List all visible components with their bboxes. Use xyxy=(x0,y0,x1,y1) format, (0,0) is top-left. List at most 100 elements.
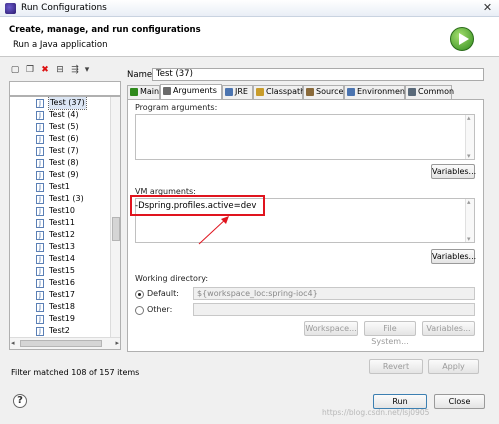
eclipse-app-icon xyxy=(5,3,16,14)
tree-vertical-scroll-thumb[interactable] xyxy=(112,217,120,241)
vm-args-scrollbar[interactable] xyxy=(465,198,474,243)
help-icon[interactable]: ? xyxy=(13,394,27,408)
tree-item[interactable]: J Test (7) xyxy=(10,145,111,157)
program-arguments-textarea[interactable] xyxy=(135,114,475,160)
tree-item-label: Test1 (3) xyxy=(49,194,84,203)
tree-item[interactable]: J Test1 xyxy=(10,181,111,193)
tree-item[interactable]: J Test13 xyxy=(10,241,111,253)
vm-args-variables-button[interactable]: Variables... xyxy=(431,249,476,264)
tree-item[interactable]: J Test10 xyxy=(10,205,111,217)
tab-common[interactable]: Common xyxy=(405,85,455,99)
close-button[interactable]: Close xyxy=(434,394,485,409)
default-directory-field: ${workspace_loc:spring-ioc4} xyxy=(193,287,475,300)
tree-list: J Test (37) J Test (4) J Test (5) J Test (6) J Te… xyxy=(10,97,111,337)
tree-item[interactable]: J Test14 xyxy=(10,253,111,265)
java-app-icon: J xyxy=(36,159,44,168)
java-app-icon: J xyxy=(36,243,44,252)
tree-item[interactable]: J Test (5) xyxy=(10,121,111,133)
tab-jre-label: JRE xyxy=(235,87,248,96)
tab-source-label: Source xyxy=(316,87,344,96)
tab-main[interactable]: Main xyxy=(127,85,160,99)
tree-item[interactable]: J Test (8) xyxy=(10,157,111,169)
workspace-button[interactable]: Workspace... xyxy=(304,321,358,336)
java-app-icon: J xyxy=(36,111,44,120)
dialog-subtitle: Run a Java application xyxy=(13,40,108,50)
tree-item[interactable]: J Test15 xyxy=(10,265,111,277)
configurations-tree[interactable]: J Test (37) J Test (4) J Test (5) J Test (6) J Te… xyxy=(9,96,121,350)
tree-item[interactable]: J Test (9) xyxy=(10,169,111,181)
tab-environment[interactable]: Environment xyxy=(344,85,408,99)
java-app-icon: J xyxy=(36,135,44,144)
java-app-icon: J xyxy=(36,183,44,192)
config-toolbar: ▢ ❐ ✖ ⊟ ⇶ ▾ xyxy=(9,64,93,78)
tab-common-label: Common xyxy=(418,87,455,96)
arguments-tab-icon xyxy=(163,87,171,95)
program-arguments-label: Program arguments: xyxy=(135,103,218,112)
run-play-icon xyxy=(450,27,474,51)
tree-item-label: Test10 xyxy=(49,206,75,215)
tree-vertical-scrollbar[interactable] xyxy=(110,97,120,337)
annotation-arrow xyxy=(198,216,229,245)
working-dir-variables-button[interactable]: Variables... xyxy=(422,321,475,336)
new-config-icon[interactable]: ▢ xyxy=(9,64,21,76)
tree-item-label: Test1 xyxy=(49,182,70,191)
tree-item-label: Test16 xyxy=(49,278,75,287)
default-radio[interactable] xyxy=(135,290,144,299)
filter-input[interactable] xyxy=(9,81,121,96)
tab-jre[interactable]: JRE xyxy=(222,85,253,99)
tree-item-label: Test17 xyxy=(49,290,75,299)
tab-arguments[interactable]: Arguments xyxy=(160,84,222,100)
program-args-variables-button[interactable]: Variables... xyxy=(431,164,476,179)
classpath-tab-icon xyxy=(256,88,264,96)
java-app-icon: J xyxy=(36,255,44,264)
tab-source[interactable]: Source xyxy=(303,85,344,99)
watermark: https://blog.csdn.net/lsj0905 xyxy=(322,408,430,417)
dialog-title: Create, manage, and run configurations xyxy=(9,25,201,35)
tree-horizontal-scroll-thumb[interactable] xyxy=(20,340,102,347)
file-system-button[interactable]: File System... xyxy=(364,321,416,346)
java-app-icon: J xyxy=(36,147,44,156)
tree-item[interactable]: J Test16 xyxy=(10,277,111,289)
tree-item[interactable]: J Test (4) xyxy=(10,109,111,121)
view-menu-icon[interactable]: ▾ xyxy=(84,64,90,76)
other-directory-field[interactable] xyxy=(193,303,475,316)
tree-item-label: Test12 xyxy=(49,230,75,239)
scroll-right-icon[interactable]: ▸ xyxy=(115,338,119,349)
other-radio-label: Other: xyxy=(147,305,173,314)
dialog-header xyxy=(0,17,499,57)
java-app-icon: J xyxy=(36,99,44,108)
window-close-button[interactable]: ✕ xyxy=(480,1,495,15)
scroll-left-icon[interactable]: ◂ xyxy=(11,338,15,349)
name-field[interactable]: Test (37) xyxy=(152,68,484,81)
tab-classpath[interactable]: Classpath xyxy=(253,85,305,99)
java-app-icon: J xyxy=(36,315,44,324)
filter-status: Filter matched 108 of 157 items xyxy=(11,368,140,377)
run-button[interactable]: Run xyxy=(373,394,427,409)
other-radio[interactable] xyxy=(135,306,144,315)
tree-item[interactable]: J Test17 xyxy=(10,289,111,301)
tree-item[interactable]: J Test12 xyxy=(10,229,111,241)
tree-item[interactable]: J Test18 xyxy=(10,301,111,313)
tree-item[interactable]: J Test11 xyxy=(10,217,111,229)
java-app-icon: J xyxy=(36,171,44,180)
tree-item[interactable]: J Test1 (3) xyxy=(10,193,111,205)
tree-item[interactable]: J Test19 xyxy=(10,313,111,325)
java-app-icon: J xyxy=(36,303,44,312)
tree-item-label: Test18 xyxy=(49,302,75,311)
tree-item-label: Test15 xyxy=(49,266,75,275)
duplicate-icon[interactable]: ❐ xyxy=(24,64,36,76)
collapse-all-icon[interactable]: ⊟ xyxy=(54,64,66,76)
revert-button[interactable]: Revert xyxy=(369,359,423,374)
tree-item-label: Test (8) xyxy=(49,158,79,167)
tree-horizontal-scrollbar[interactable]: ◂ ▸ xyxy=(10,337,120,349)
delete-icon[interactable]: ✖ xyxy=(39,64,51,76)
tree-item-label: Test (7) xyxy=(49,146,79,155)
tree-item[interactable]: J Test2 xyxy=(10,325,111,337)
main-tab-icon xyxy=(130,88,138,96)
filter-icon[interactable]: ⇶ xyxy=(69,64,81,76)
tree-item[interactable]: J Test (37) xyxy=(10,97,111,110)
java-app-icon: J xyxy=(36,195,44,204)
tree-item[interactable]: J Test (6) xyxy=(10,133,111,145)
apply-button[interactable]: Apply xyxy=(428,359,479,374)
program-args-scrollbar[interactable] xyxy=(465,114,474,160)
